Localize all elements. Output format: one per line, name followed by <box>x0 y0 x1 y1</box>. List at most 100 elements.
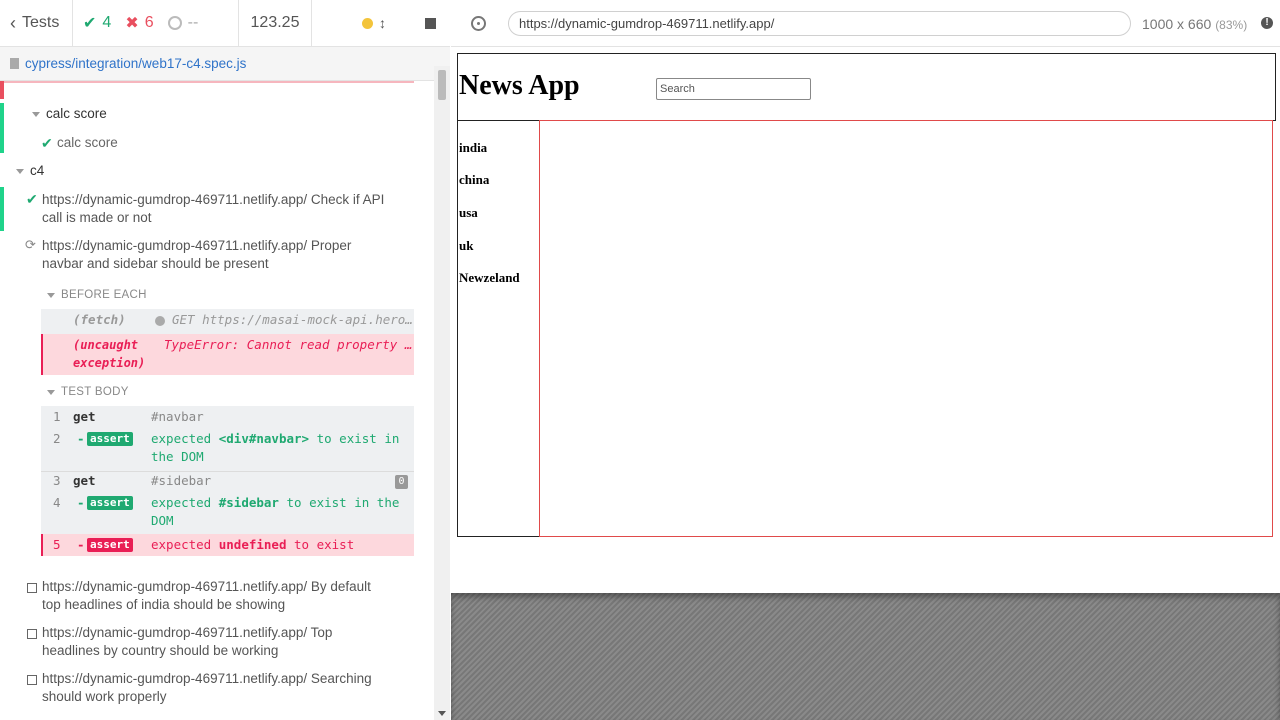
test-title[interactable]: https://dynamic-gumdrop-469711.netlify.a… <box>42 578 371 614</box>
command-number: 1 <box>53 409 61 424</box>
suite-title[interactable]: c4 <box>30 162 44 180</box>
before-each-commands: (fetch) GET https://masai-mock-api.hero…… <box>41 309 414 375</box>
command-name: (fetch) <box>73 312 126 327</box>
fail-status-bar <box>0 81 4 99</box>
app-navbar: News App <box>457 53 1276 121</box>
test-title[interactable]: https://dynamic-gumdrop-469711.netlify.a… <box>42 670 372 706</box>
command-number: 2 <box>53 431 61 446</box>
pending-test-icon <box>27 583 37 593</box>
test-body-label: TEST BODY <box>61 386 129 398</box>
chevron-left-icon: ‹ <box>10 12 16 33</box>
command-name: get <box>73 473 96 488</box>
suite-title[interactable]: calc score <box>46 105 107 123</box>
collapse-arrow-icon[interactable] <box>16 169 24 174</box>
reporter-panel: ‹ Tests ✔ 4 ✖ 6 -- 123.25 ↕ cypress/inte… <box>0 0 450 720</box>
country-item-india[interactable]: india <box>459 140 487 156</box>
selector-playground-icon[interactable] <box>471 16 486 31</box>
tests-button[interactable]: ‹ Tests <box>0 0 73 47</box>
command-row[interactable]: 3 get #sidebar 0 <box>41 472 414 494</box>
scrollbar-thumb[interactable] <box>438 70 446 100</box>
pending-dot-icon <box>155 316 165 326</box>
news-content-area <box>539 120 1273 537</box>
app-search-input[interactable] <box>656 78 811 100</box>
viewport-empty-area <box>451 593 1280 720</box>
pending-count: -- <box>187 14 199 31</box>
reporter-header: ‹ Tests ✔ 4 ✖ 6 -- 123.25 ↕ <box>0 0 450 47</box>
auto-scroll-icon[interactable]: ↕ <box>379 15 386 31</box>
command-message: GET https://masai-mock-api.hero… <box>172 312 413 327</box>
stats: ✔ 4 ✖ 6 -- <box>73 0 239 47</box>
element-count-badge: 0 <box>395 475 408 489</box>
check-icon: ✔ <box>41 135 53 151</box>
command-message: expected <div#navbar> to exist in the DO… <box>151 431 400 464</box>
spec-file-bar: cypress/integration/web17-c4.spec.js <box>0 47 450 81</box>
failed-command-row[interactable]: 5 - assert expected undefined to exist <box>41 534 414 556</box>
dash-icon: - <box>77 431 85 446</box>
failed-stat: ✖ 6 <box>125 13 153 33</box>
failed-count: 6 <box>144 14 154 31</box>
check-icon: ✔ <box>83 15 97 32</box>
assert-badge: assert <box>87 496 133 510</box>
x-icon: ✖ <box>125 15 139 32</box>
command-row[interactable]: 2 - assert expected <div#navbar> to exis… <box>41 430 414 470</box>
spec-file-link[interactable]: cypress/integration/web17-c4.spec.js <box>25 56 246 71</box>
passed-stat: ✔ 4 <box>83 13 111 33</box>
app-iframe: News App india china usa uk Newzeland <box>451 47 1280 593</box>
command-message: expected #sidebar to exist in the DOM <box>151 495 400 528</box>
collapse-arrow-icon[interactable] <box>47 390 55 395</box>
file-icon <box>10 58 19 69</box>
tests-label: Tests <box>22 14 60 31</box>
running-indicator-icon <box>362 17 373 29</box>
command-message: #navbar <box>151 409 204 424</box>
scroll-down-arrow-icon[interactable] <box>438 711 446 716</box>
fetch-command-row[interactable]: (fetch) GET https://masai-mock-api.hero… <box>41 311 414 333</box>
controls: ↕ <box>312 0 450 47</box>
command-name: (uncaught exception) <box>73 338 146 370</box>
passed-count: 4 <box>102 14 112 31</box>
test-title[interactable]: https://dynamic-gumdrop-469711.netlify.a… <box>42 237 351 273</box>
aut-header: https://dynamic-gumdrop-469711.netlify.a… <box>451 0 1280 47</box>
test-title[interactable]: https://dynamic-gumdrop-469711.netlify.a… <box>42 191 384 227</box>
command-number: 4 <box>53 495 61 510</box>
command-number: 5 <box>53 537 61 552</box>
url-field[interactable]: https://dynamic-gumdrop-469711.netlify.a… <box>508 11 1131 36</box>
command-row[interactable]: 4 - assert expected #sidebar to exist in… <box>41 494 414 534</box>
collapse-arrow-icon[interactable] <box>32 112 40 117</box>
command-message: expected undefined to exist <box>151 537 355 552</box>
viewport-size: 1000 x 660 (83%) <box>1142 16 1248 32</box>
exception-command-row[interactable]: (uncaught exception) TypeError: Cannot r… <box>41 334 414 375</box>
stop-icon[interactable] <box>425 17 436 29</box>
refresh-icon: ⟳ <box>25 237 36 252</box>
circle-outline-icon <box>167 16 182 30</box>
check-icon: ✔ <box>26 191 38 207</box>
test-body-commands: 1 get #navbar 2 - assert expected <div#n… <box>41 406 414 556</box>
pending-test-icon <box>27 675 37 685</box>
country-item-china[interactable]: china <box>459 172 489 188</box>
pass-status-bar <box>0 103 4 153</box>
command-message: TypeError: Cannot read property … <box>164 337 413 352</box>
test-title[interactable]: calc score <box>57 134 118 152</box>
runnables-list: calc score ✔ calc score c4 ✔ https://dyn… <box>0 81 434 720</box>
dash-icon: - <box>77 537 85 552</box>
dash-icon: - <box>77 495 85 510</box>
pending-stat: -- <box>167 14 199 32</box>
assert-badge: assert <box>87 432 133 446</box>
pending-test-icon <box>27 629 37 639</box>
country-item-uk[interactable]: uk <box>459 238 473 254</box>
command-row[interactable]: 1 get #navbar <box>41 408 414 430</box>
country-item-usa[interactable]: usa <box>459 205 478 221</box>
pass-status-bar <box>0 187 4 231</box>
app-sidebar: india china usa uk Newzeland <box>457 121 540 537</box>
duration: 123.25 <box>239 0 312 47</box>
collapse-arrow-icon[interactable] <box>47 293 55 298</box>
country-item-newzeland[interactable]: Newzeland <box>459 270 520 286</box>
fail-divider <box>4 81 414 83</box>
reporter-scrollbar[interactable] <box>434 66 450 720</box>
info-icon[interactable]: ! <box>1261 17 1273 29</box>
test-title[interactable]: https://dynamic-gumdrop-469711.netlify.a… <box>42 624 332 660</box>
before-each-label: BEFORE EACH <box>61 289 147 301</box>
command-message: #sidebar <box>151 473 212 488</box>
command-name: get <box>73 409 96 424</box>
app-under-test-panel: https://dynamic-gumdrop-469711.netlify.a… <box>451 0 1280 720</box>
assert-badge: assert <box>87 538 133 552</box>
